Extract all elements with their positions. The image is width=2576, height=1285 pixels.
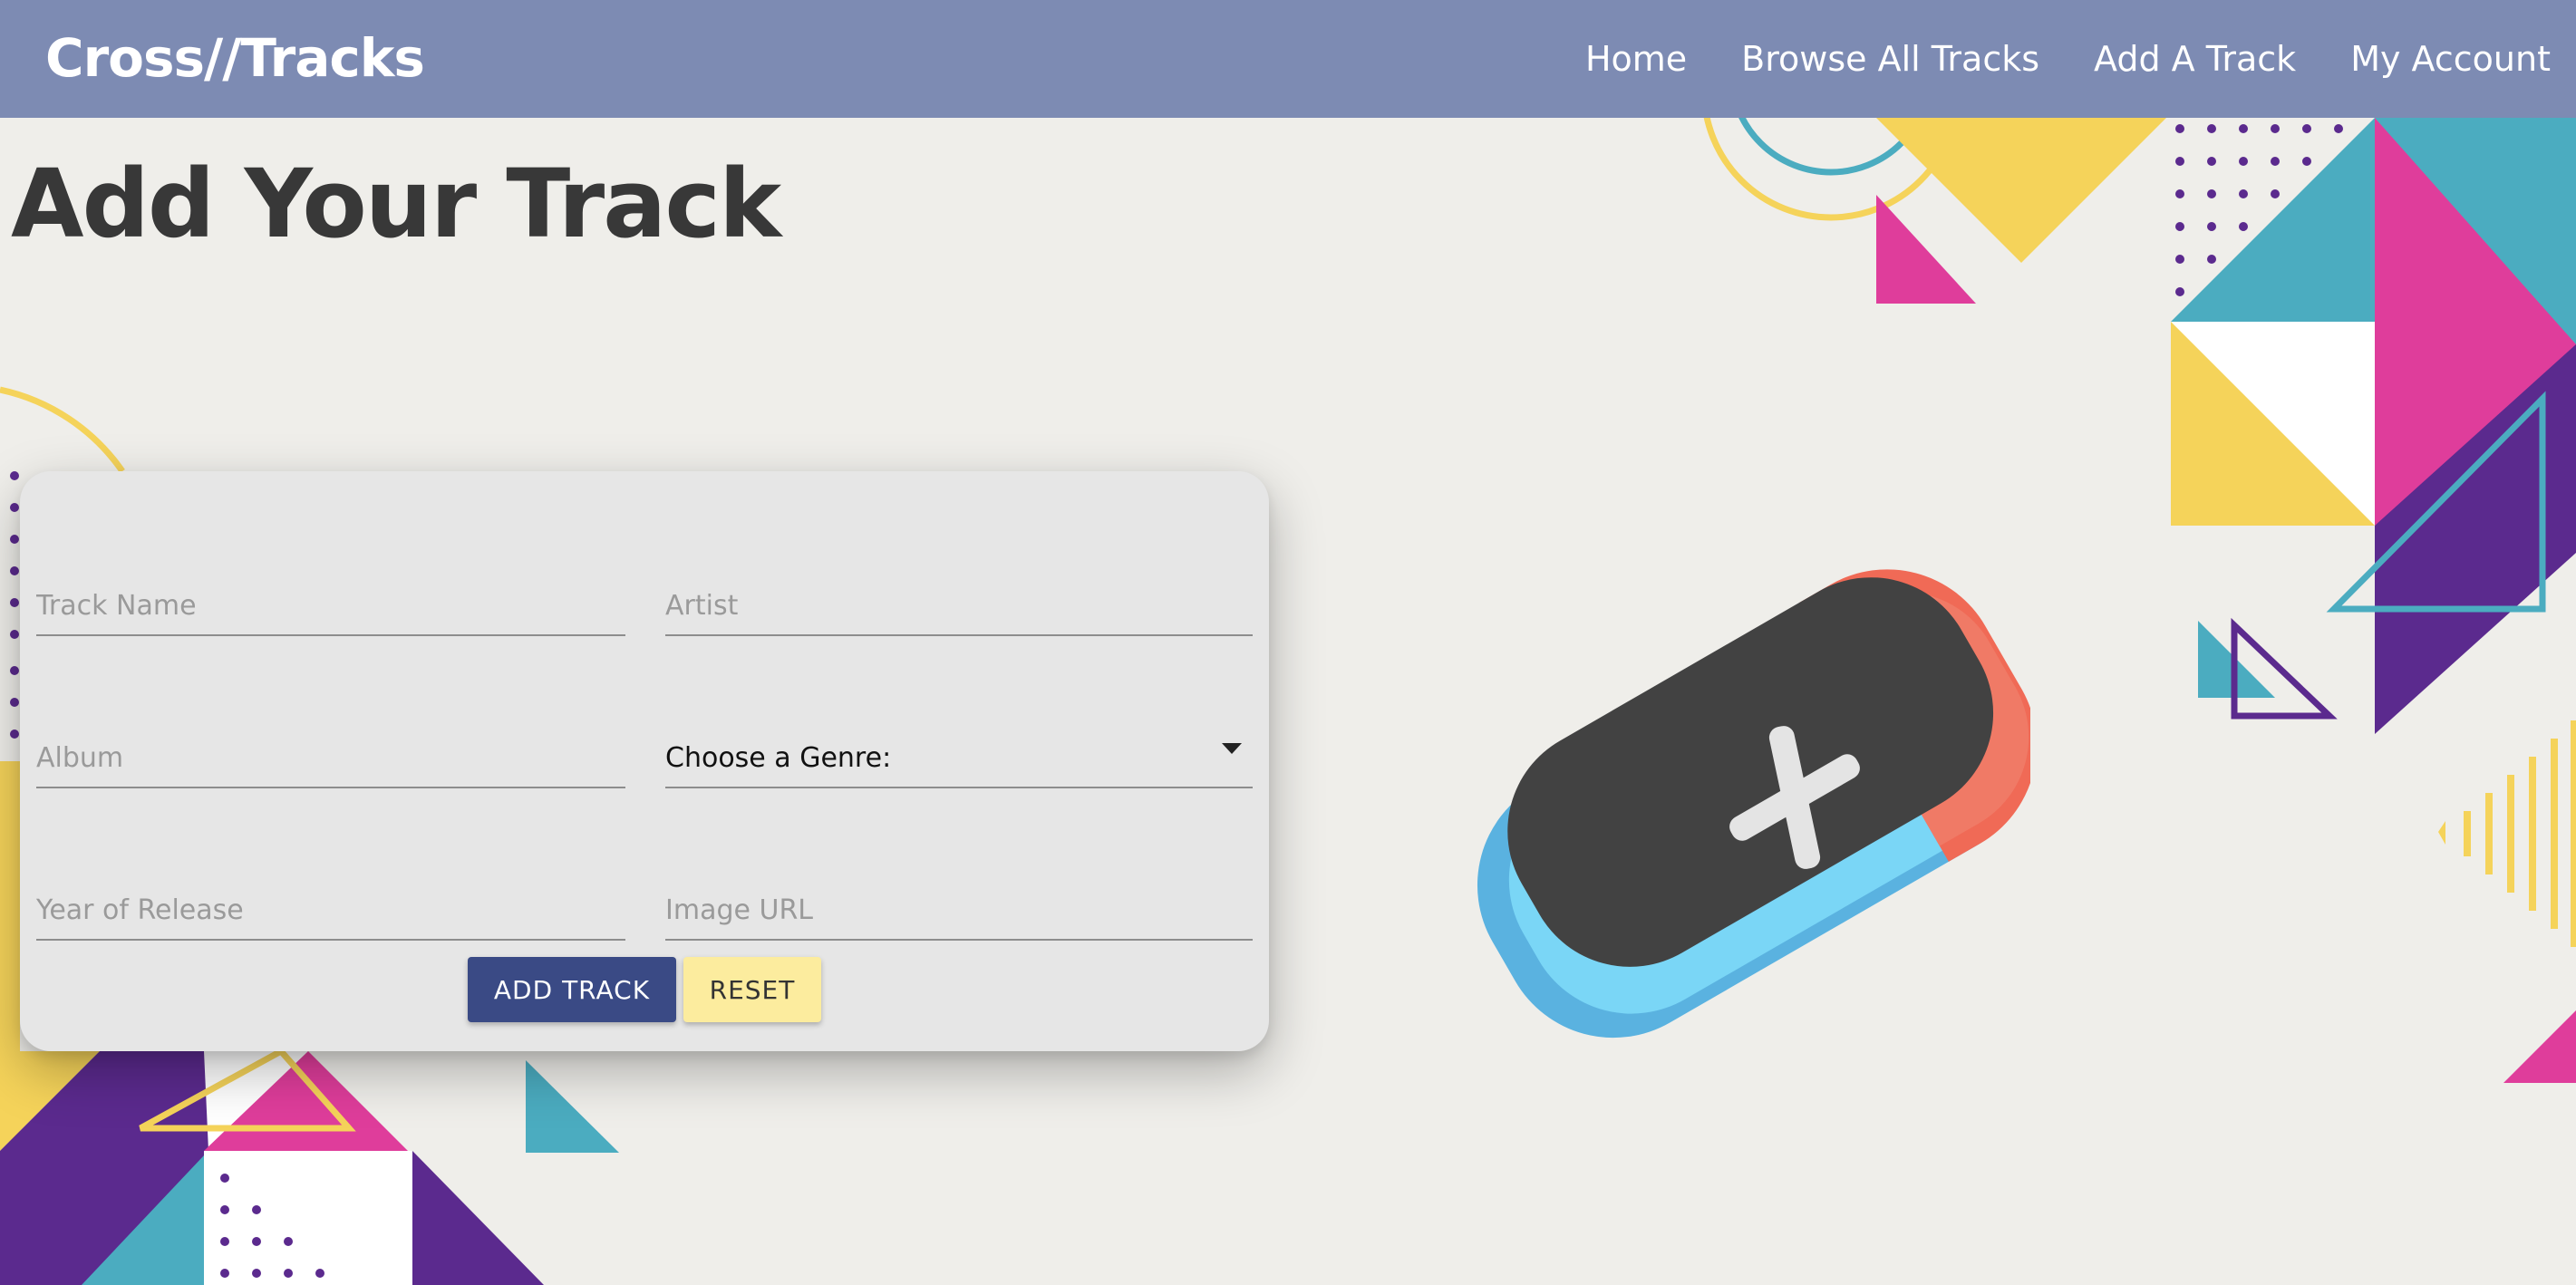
genre-select-label: Choose a Genre: <box>665 742 892 774</box>
image-url-field <box>665 812 1253 941</box>
artist-field <box>665 507 1253 636</box>
caret-down-icon <box>1222 743 1242 754</box>
navbar: Cross//Tracks Home Browse All Tracks Add… <box>0 0 2576 118</box>
track-name-input[interactable] <box>36 590 625 622</box>
album-input[interactable] <box>36 742 625 774</box>
artist-input[interactable] <box>665 590 1253 622</box>
nav-link-home[interactable]: Home <box>1585 39 1687 79</box>
add-track-button[interactable]: ADD TRACK <box>468 957 676 1022</box>
nav-link-browse-tracks[interactable]: Browse All Tracks <box>1741 39 2039 79</box>
album-field <box>36 660 625 788</box>
genre-select[interactable]: Choose a Genre: <box>665 660 1253 788</box>
page-title: Add Your Track <box>11 149 781 259</box>
add-track-form: Choose a Genre: ADD TRACK RESET <box>20 471 1269 1051</box>
reset-button[interactable]: RESET <box>683 957 821 1022</box>
add-plus-icon <box>1477 569 2030 1039</box>
nav-links: Home Browse All Tracks Add A Track My Ac… <box>1585 0 2551 118</box>
image-url-input[interactable] <box>665 894 1253 926</box>
year-field <box>36 812 625 941</box>
nav-link-my-account[interactable]: My Account <box>2350 39 2551 79</box>
nav-link-add-track[interactable]: Add A Track <box>2094 39 2296 79</box>
year-of-release-input[interactable] <box>36 894 625 926</box>
brand-logo[interactable]: Cross//Tracks <box>45 22 425 94</box>
track-name-field <box>36 507 625 636</box>
